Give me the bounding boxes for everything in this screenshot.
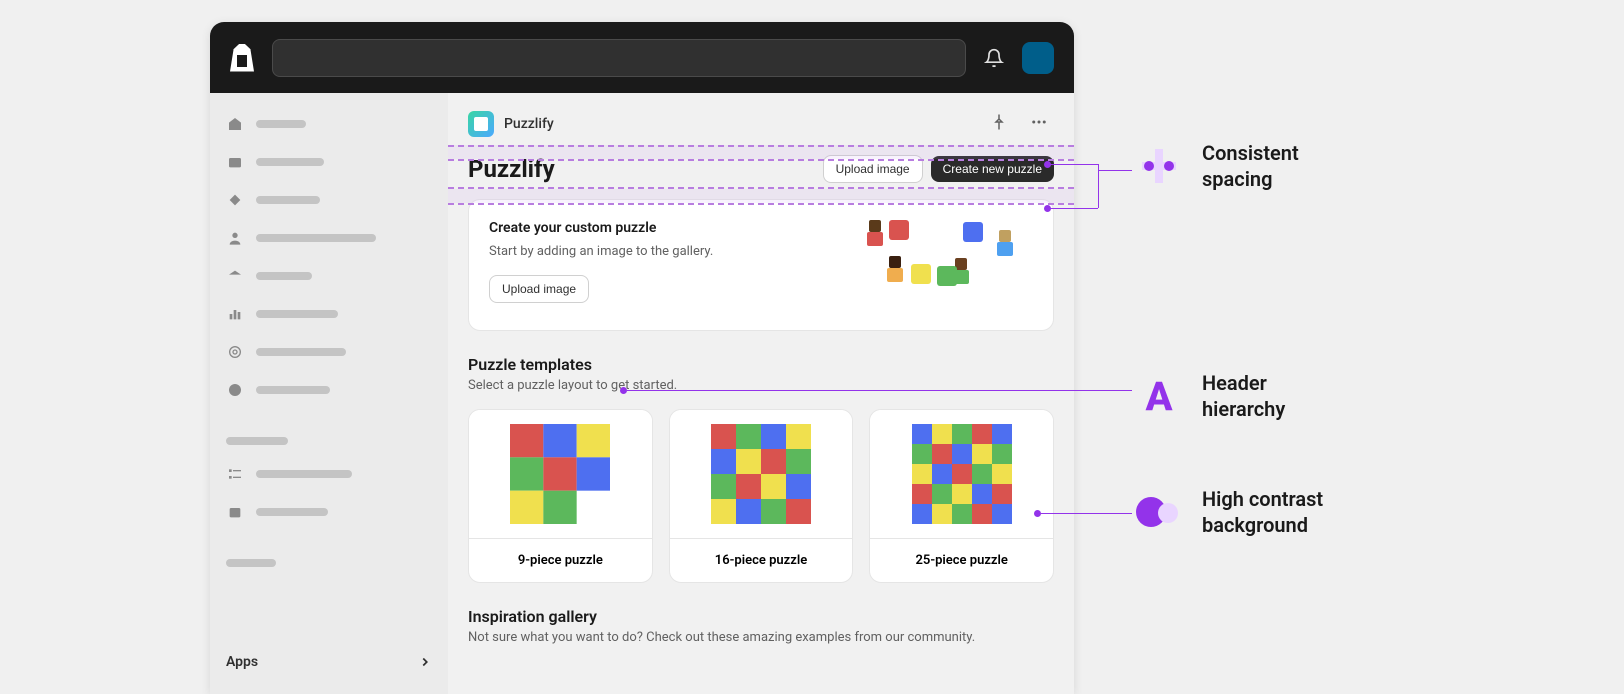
gallery-section-header: Inspiration gallery Not sure what you wa… (448, 607, 1074, 645)
template-label: 25-piece puzzle (870, 538, 1053, 582)
person-icon (226, 229, 244, 247)
annotation-hierarchy: A Header hierarchy (1136, 370, 1342, 422)
more-icon (1030, 113, 1048, 131)
spacing-icon (1136, 143, 1182, 189)
notifications-icon[interactable] (984, 48, 1004, 68)
sidebar: Apps (210, 93, 448, 694)
discount-icon (226, 381, 244, 399)
annotation-text: Header hierarchy (1202, 370, 1342, 422)
user-avatar[interactable] (1022, 42, 1054, 74)
nav-section-header-2 (222, 553, 436, 573)
template-thumb-16 (670, 410, 853, 538)
annotation-line (1048, 208, 1098, 209)
main-content: Puzzlify Puzzlify Upload image Create ne… (448, 93, 1074, 694)
nav-item-channel-2[interactable] (222, 497, 436, 527)
annotation-dot (1044, 161, 1051, 168)
card-desc: Start by adding an image to the gallery. (489, 244, 833, 259)
pin-button[interactable] (984, 107, 1014, 141)
apps-label: Apps (226, 654, 258, 670)
tag-icon (226, 191, 244, 209)
annotation-dot (1044, 205, 1051, 212)
nav-item-analytics[interactable] (222, 299, 436, 329)
nav-item-channel-1[interactable] (222, 459, 436, 489)
nav-item-customers[interactable] (222, 223, 436, 253)
template-thumb-25 (870, 410, 1053, 538)
shopify-logo-icon (230, 44, 254, 72)
page-title: Puzzlify (468, 155, 555, 183)
annotation-line (627, 390, 1132, 391)
embedded-app-header: Puzzlify (448, 93, 1074, 155)
nav-section-header (222, 431, 436, 451)
contrast-icon (1136, 489, 1182, 535)
template-label: 16-piece puzzle (670, 538, 853, 582)
chart-icon (226, 305, 244, 323)
app-name: Puzzlify (504, 116, 554, 132)
nav-item-home[interactable] (222, 109, 436, 139)
template-grid: 9-piece puzzle 16-piece puzzle 25-piece … (448, 409, 1074, 583)
template-card-25[interactable]: 25-piece puzzle (869, 409, 1054, 583)
sidebar-apps[interactable]: Apps (222, 646, 436, 678)
create-puzzle-button[interactable]: Create new puzzle (931, 156, 1054, 182)
bank-icon (226, 267, 244, 285)
app-icon (468, 111, 494, 137)
chevron-right-icon (418, 655, 432, 669)
nav-item-marketing[interactable] (222, 337, 436, 367)
gallery-title: Inspiration gallery (468, 607, 597, 626)
annotation-text: High contrast background (1202, 486, 1362, 538)
template-card-9[interactable]: 9-piece puzzle (468, 409, 653, 583)
template-label: 9-piece puzzle (469, 538, 652, 582)
card-illustration (853, 220, 1033, 310)
topbar (210, 22, 1074, 93)
annotation-dot (1034, 510, 1041, 517)
letter-a-icon: A (1145, 373, 1172, 420)
upload-image-button[interactable]: Upload image (823, 155, 923, 183)
template-thumb-9 (469, 410, 652, 538)
annotation-line (1098, 170, 1132, 171)
target-icon (226, 343, 244, 361)
search-input[interactable] (272, 39, 966, 77)
pin-icon (990, 113, 1008, 131)
templates-section-header: Puzzle templates Select a puzzle layout … (448, 355, 1074, 393)
store-icon (226, 503, 244, 521)
template-card-16[interactable]: 16-piece puzzle (669, 409, 854, 583)
gallery-desc: Not sure what you want to do? Check out … (468, 630, 1054, 645)
nav-item-orders[interactable] (222, 147, 436, 177)
nav-item-products[interactable] (222, 185, 436, 215)
list-icon (226, 465, 244, 483)
annotation-dot (620, 387, 627, 394)
home-icon (226, 115, 244, 133)
annotation-text: Consistent spacing (1202, 140, 1342, 192)
nav-item-finances[interactable] (222, 261, 436, 291)
inbox-icon (226, 153, 244, 171)
page-title-bar: Puzzlify Upload image Create new puzzle (448, 155, 1074, 199)
templates-title: Puzzle templates (468, 355, 592, 374)
card-title: Create your custom puzzle (489, 220, 833, 236)
annotation-line (1041, 513, 1132, 514)
admin-window: Apps Puzzlify P (210, 22, 1074, 694)
annotation-spacing: Consistent spacing (1136, 140, 1342, 192)
create-puzzle-card: Create your custom puzzle Start by addin… (468, 199, 1054, 331)
nav-item-discounts[interactable] (222, 375, 436, 405)
annotation-contrast: High contrast background (1136, 486, 1362, 538)
annotation-line (1048, 164, 1098, 165)
card-upload-button[interactable]: Upload image (489, 275, 589, 303)
more-button[interactable] (1024, 107, 1054, 141)
